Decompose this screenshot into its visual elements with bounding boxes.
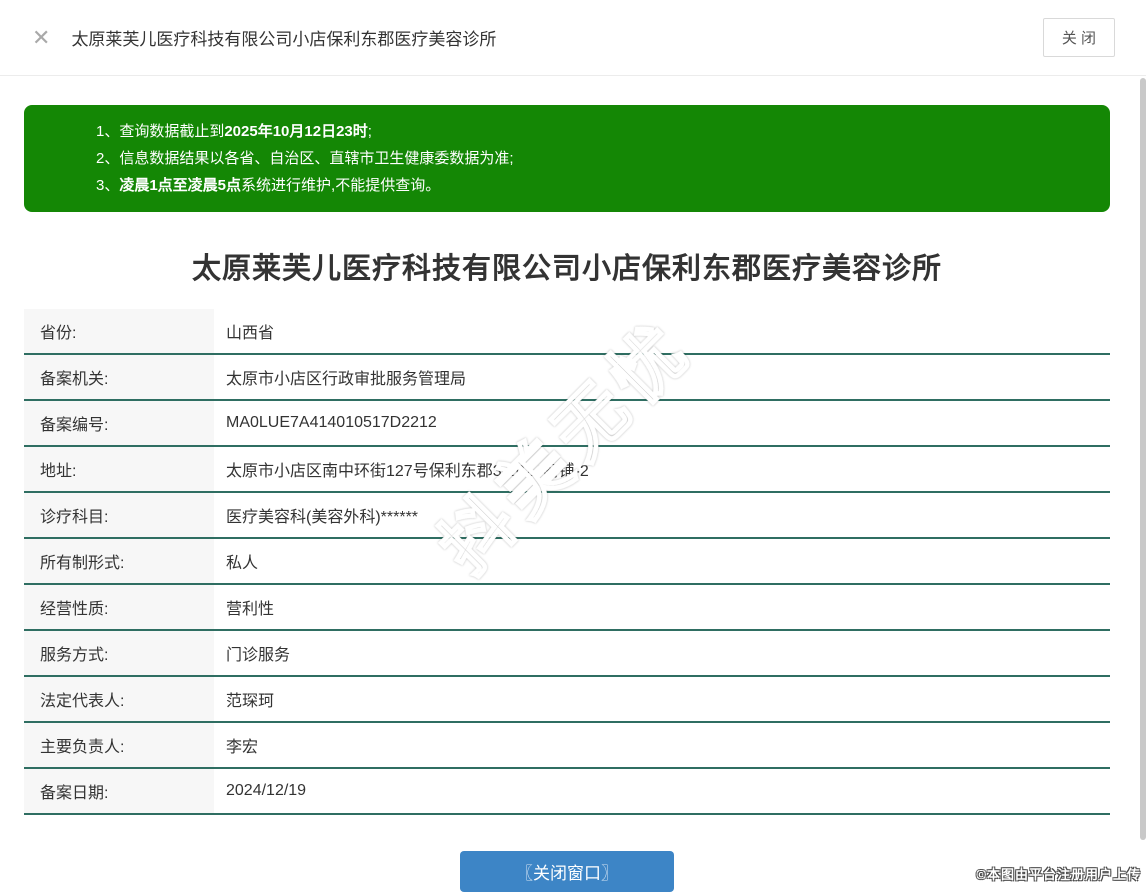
close-window-button[interactable]: 〖关闭窗口〗 [460, 851, 674, 892]
field-value: 门诊服务 [226, 647, 291, 664]
table-row: 地址: 太原市小店区南中环街127号保利东郡3-1024商铺-2 [24, 447, 1110, 493]
field-value: 医疗美容科(美容外科)****** [226, 509, 419, 526]
notice-bold-text: 2025年10月12日23时 [224, 123, 368, 140]
table-row: 所有制形式: 私人 [24, 539, 1110, 585]
field-value: 营利性 [226, 601, 275, 618]
table-row: 备案日期: 2024/12/19 [24, 769, 1110, 815]
field-label: 所有制形式: [24, 539, 214, 583]
scrollbar[interactable] [1140, 78, 1146, 840]
field-label: 省份: [24, 309, 214, 353]
table-row: 诊疗科目: 医疗美容科(美容外科)****** [24, 493, 1110, 539]
close-button[interactable]: 关 闭 [1042, 18, 1115, 57]
notice-text: 2、信息数据结果以各省、自治区、直辖市卫生健康委数据为准; [96, 150, 514, 167]
notice-text: 系统进行维护,不能提供查询。 [241, 177, 441, 194]
field-value: 2024/12/19 [226, 782, 307, 799]
content-area: 1、查询数据截止到2025年10月12日23时; 2、信息数据结果以各省、自治区… [0, 76, 1146, 892]
page-title: 太原莱芙儿医疗科技有限公司小店保利东郡医疗美容诊所 [191, 253, 942, 285]
table-row: 主要负责人: 李宏 [24, 723, 1110, 769]
field-value: MA0LUE7A414010517D2212 [226, 414, 437, 431]
field-value: 李宏 [226, 739, 259, 756]
notice-line-1: 1、查询数据截止到2025年10月12日23时; [96, 118, 1090, 145]
button-row: 〖关闭窗口〗 [24, 851, 1110, 892]
field-label: 诊疗科目: [24, 493, 214, 537]
field-label: 服务方式: [24, 631, 214, 675]
field-value: 山西省 [226, 325, 275, 342]
topbar: ✕ 太原莱芙儿医疗科技有限公司小店保利东郡医疗美容诊所 关 闭 [0, 0, 1146, 76]
info-table: 省份: 山西省 备案机关: 太原市小店区行政审批服务管理局 备案编号: MA0L… [24, 309, 1110, 815]
notice-text: 3、 [96, 177, 120, 194]
field-label: 主要负责人: [24, 723, 214, 767]
field-label: 备案机关: [24, 355, 214, 399]
notice-box: 1、查询数据截止到2025年10月12日23时; 2、信息数据结果以各省、自治区… [24, 105, 1110, 212]
field-value: 范琛珂 [226, 693, 275, 710]
table-row: 备案机关: 太原市小店区行政审批服务管理局 [24, 355, 1110, 401]
window-title: 太原莱芙儿医疗科技有限公司小店保利东郡医疗美容诊所 [71, 30, 497, 49]
notice-line-2: 2、信息数据结果以各省、自治区、直辖市卫生健康委数据为准; [96, 145, 1090, 172]
notice-text: ; [367, 123, 372, 140]
field-label: 备案日期: [24, 769, 214, 813]
field-label: 地址: [24, 447, 214, 491]
field-label: 经营性质: [24, 585, 214, 629]
field-label: 法定代表人: [24, 677, 214, 721]
notice-bold-text: 凌晨1点至凌晨5点 [119, 177, 242, 194]
field-value: 太原市小店区行政审批服务管理局 [226, 371, 467, 388]
table-row: 经营性质: 营利性 [24, 585, 1110, 631]
table-row: 法定代表人: 范琛珂 [24, 677, 1110, 723]
table-row: 服务方式: 门诊服务 [24, 631, 1110, 677]
notice-text: 1、查询数据截止到 [96, 123, 225, 140]
field-value: 太原市小店区南中环街127号保利东郡3-1024商铺-2 [226, 463, 589, 480]
field-value: 私人 [226, 555, 259, 572]
table-row: 省份: 山西省 [24, 309, 1110, 355]
field-label: 备案编号: [24, 401, 214, 445]
table-row: 备案编号: MA0LUE7A414010517D2212 [24, 401, 1110, 447]
close-x-icon[interactable]: ✕ [32, 26, 50, 49]
notice-line-3: 3、凌晨1点至凌晨5点系统进行维护,不能提供查询。 [96, 172, 1090, 199]
copyright-watermark: ©本图由平台注册用户上传 [976, 867, 1141, 882]
